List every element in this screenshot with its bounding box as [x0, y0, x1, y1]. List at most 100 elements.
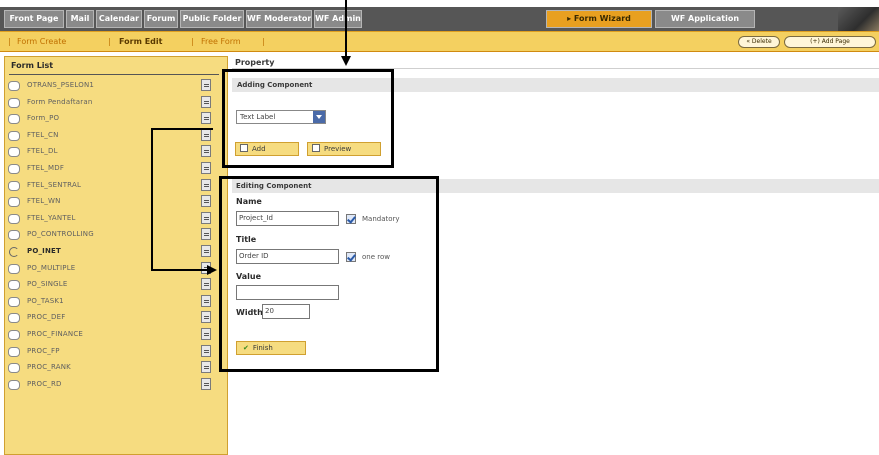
annotation-arrow-down-head — [341, 56, 351, 66]
form-list-item-label: PO_MULTIPLE — [27, 263, 76, 272]
checkbox-icon[interactable] — [8, 363, 20, 374]
checkbox-icon[interactable] — [8, 280, 20, 291]
tab-form-wizard-label: Form Wizard — [573, 14, 631, 23]
sub-nav-bar: | Form Create | Form Edit | Free Form | … — [0, 31, 879, 52]
edit-icon[interactable] — [201, 294, 211, 307]
tab-form-wizard[interactable]: ▸ Form Wizard — [546, 10, 652, 28]
property-tab[interactable]: Property — [235, 58, 274, 67]
tab-wf-moderator[interactable]: WF Moderator — [246, 10, 312, 28]
form-list-item-label: PROC_RD — [27, 379, 62, 388]
form-list-item-label: PROC_FINANCE — [27, 330, 84, 338]
form-list-item-label: FTEL_YANTEL — [27, 213, 76, 222]
form-list-item[interactable]: PO_TASK1 — [8, 294, 218, 310]
tab-wf-admin[interactable]: WF Admin — [314, 10, 362, 28]
form-list-item-label: PROC_DEF — [27, 313, 66, 322]
tab-wf-application[interactable]: WF Application — [655, 10, 755, 28]
sub-nav-free-form[interactable]: Free Form — [201, 32, 241, 51]
checkbox-icon[interactable] — [8, 230, 20, 241]
edit-icon[interactable] — [201, 128, 211, 141]
form-list-item[interactable]: PROC_RD — [8, 377, 218, 393]
edit-icon[interactable] — [201, 195, 211, 208]
edit-icon[interactable] — [201, 361, 211, 374]
form-list-item[interactable]: PO_SINGLE — [8, 277, 218, 293]
edit-icon[interactable] — [201, 145, 211, 158]
checkbox-icon[interactable] — [8, 114, 20, 125]
tab-front-page[interactable]: Front Page — [4, 10, 64, 28]
form-list-item-label: PO_TASK1 — [27, 296, 64, 305]
checkbox-icon[interactable] — [8, 164, 20, 174]
form-list-item[interactable]: PROC_RANK — [8, 360, 218, 376]
annotation-arrow-right-head — [207, 265, 217, 275]
form-list-item-label: FTEL_CN — [27, 130, 59, 139]
edit-icon[interactable] — [201, 228, 211, 241]
form-list-item[interactable]: PROC_DEF — [8, 310, 218, 326]
edit-icon[interactable] — [201, 245, 211, 257]
form-list-item[interactable]: FTEL_DL — [8, 144, 218, 160]
form-list-item[interactable]: FTEL_MDF — [8, 161, 218, 177]
edit-icon[interactable] — [201, 95, 211, 108]
form-list-item[interactable]: PO_CONTROLLING — [8, 227, 218, 243]
edit-icon[interactable] — [201, 278, 211, 291]
form-list-item[interactable]: FTEL_CN — [8, 128, 218, 144]
checkbox-icon[interactable] — [8, 97, 20, 108]
tab-forum[interactable]: Forum — [144, 10, 178, 28]
checkbox-icon[interactable] — [8, 130, 20, 141]
form-list-item-label: PO_SINGLE — [27, 280, 68, 289]
form-list-item[interactable]: FTEL_SENTRAL — [8, 178, 218, 194]
edit-icon[interactable] — [201, 344, 211, 357]
form-list-item-label: FTEL_DL — [27, 147, 58, 156]
checkbox-icon[interactable] — [8, 147, 20, 158]
form-list-item-label: PROC_RANK — [27, 363, 71, 372]
edit-icon[interactable] — [201, 79, 211, 91]
checkbox-icon[interactable] — [8, 180, 20, 191]
sub-nav-separator: | — [108, 37, 111, 46]
checkbox-icon[interactable] — [8, 330, 20, 340]
edit-icon[interactable] — [201, 162, 211, 174]
form-list-item[interactable]: PROC_FP — [8, 344, 218, 360]
sub-nav-separator: | — [191, 37, 194, 46]
add-page-button[interactable]: (+) Add Page — [784, 36, 876, 48]
form-list-item-label: FTEL_WN — [27, 197, 61, 206]
form-list-item[interactable]: PROC_FINANCE — [8, 327, 218, 343]
form-list-item-label: Form_PO — [27, 114, 60, 123]
edit-icon[interactable] — [201, 377, 211, 390]
form-list-item[interactable]: FTEL_WN — [8, 194, 218, 210]
checkbox-icon[interactable] — [8, 213, 20, 224]
tab-mail[interactable]: Mail — [66, 10, 94, 28]
form-list-item[interactable]: OTRANS_PSELON1 — [8, 78, 218, 94]
edit-icon[interactable] — [201, 178, 211, 191]
form-list-item-label: PROC_FP — [27, 346, 60, 355]
tab-public-folder[interactable]: Public Folder — [180, 10, 244, 28]
sub-nav-form-edit[interactable]: Form Edit — [119, 32, 162, 51]
annotation-connector-bottom — [151, 269, 208, 271]
sub-nav-form-create[interactable]: Form Create — [17, 32, 66, 51]
edit-icon[interactable] — [201, 311, 211, 324]
tab-active-marker: ▸ — [567, 14, 574, 23]
form-list-item-label: Form Pendaftaran — [27, 97, 93, 106]
sub-nav-separator: | — [8, 37, 11, 46]
checkbox-icon[interactable] — [8, 197, 20, 208]
selected-item-icon[interactable] — [8, 247, 20, 257]
form-list-item[interactable]: Form Pendaftaran — [8, 95, 218, 111]
checkbox-icon[interactable] — [8, 81, 20, 91]
form-list-item[interactable]: PO_INET — [8, 244, 218, 260]
annotation-connector-top — [151, 128, 213, 130]
annotation-connector-vertical — [151, 128, 153, 271]
form-list-item[interactable]: Form_PO — [8, 111, 218, 127]
tab-calendar[interactable]: Calendar — [96, 10, 142, 28]
edit-icon[interactable] — [201, 211, 211, 224]
form-list-item-label: FTEL_MDF — [27, 164, 65, 172]
edit-icon[interactable] — [201, 112, 211, 125]
delete-button[interactable]: « Delete — [738, 36, 780, 48]
checkbox-icon[interactable] — [8, 296, 20, 307]
checkbox-icon[interactable] — [8, 263, 20, 274]
form-list-item[interactable]: FTEL_YANTEL — [8, 211, 218, 227]
checkbox-icon[interactable] — [8, 379, 20, 390]
form-list-item-label: PO_CONTROLLING — [27, 230, 94, 239]
annotation-arrow-down-shaft — [345, 0, 347, 56]
checkbox-icon[interactable] — [8, 313, 20, 324]
checkbox-icon[interactable] — [8, 346, 20, 357]
edit-icon[interactable] — [201, 328, 211, 340]
adding-component-highlight — [222, 69, 394, 168]
form-list-header: Form List — [11, 61, 54, 70]
